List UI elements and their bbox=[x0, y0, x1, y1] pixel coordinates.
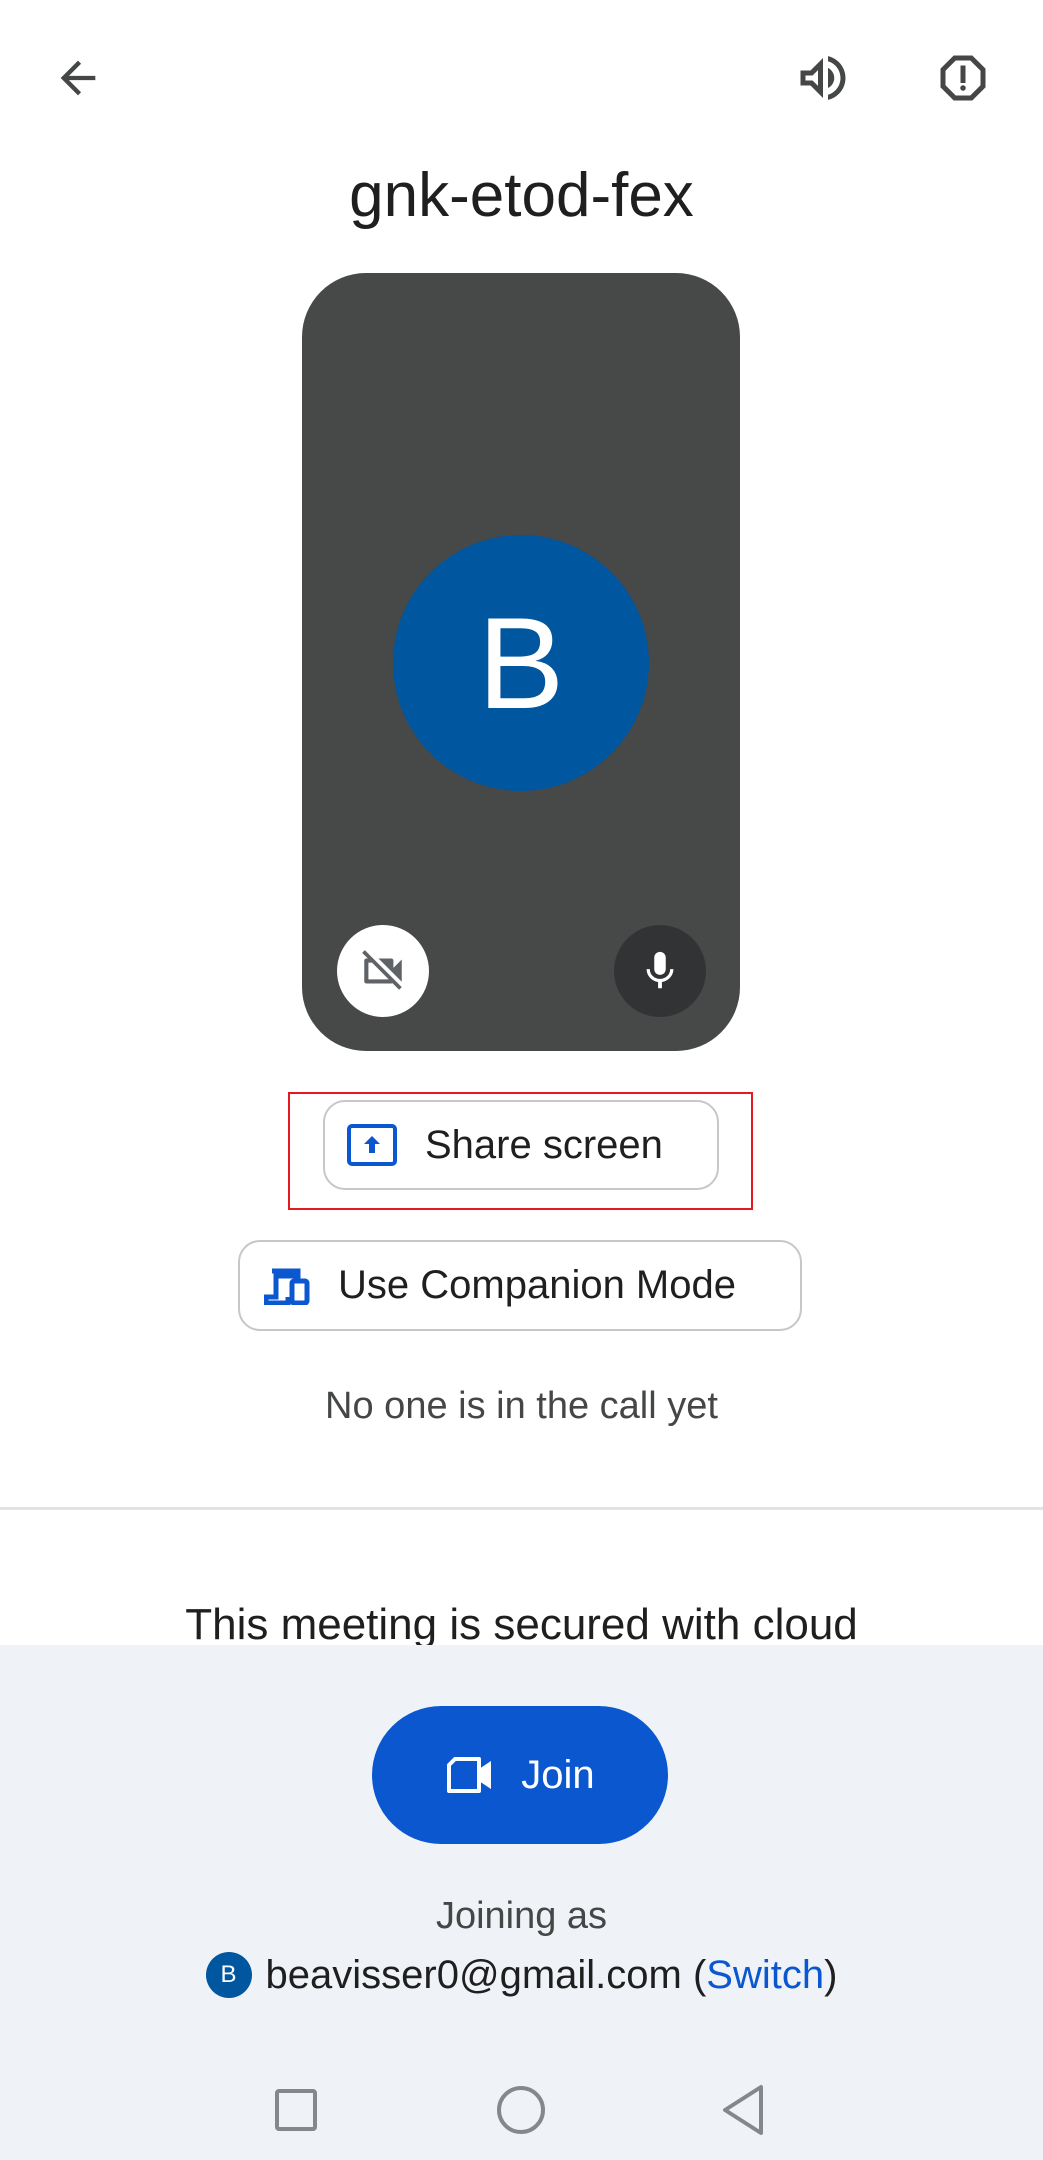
circle-icon bbox=[497, 2086, 545, 2134]
account-avatar: B bbox=[205, 1952, 252, 1998]
call-status-text: No one is in the call yet bbox=[325, 1385, 718, 1427]
nav-recents-button[interactable] bbox=[266, 2080, 326, 2140]
back-button[interactable] bbox=[33, 33, 123, 123]
companion-mode-button[interactable]: Use Companion Mode bbox=[238, 1240, 802, 1331]
share-screen-button[interactable]: Share screen bbox=[323, 1100, 719, 1190]
account-row: B beavisser0@gmail.com ( Switch ) bbox=[0, 1952, 1043, 1998]
companion-mode-label: Use Companion Mode bbox=[338, 1263, 736, 1307]
avatar: B bbox=[393, 535, 649, 791]
join-button[interactable]: Join bbox=[372, 1706, 668, 1844]
devices-icon bbox=[264, 1267, 310, 1305]
camera-toggle-button[interactable] bbox=[337, 925, 429, 1017]
speaker-button[interactable] bbox=[778, 33, 868, 123]
mic-icon bbox=[646, 951, 674, 989]
security-info-text: This meeting is secured with cloud bbox=[185, 1600, 858, 1649]
square-icon bbox=[275, 2089, 317, 2131]
videocam-icon bbox=[447, 1757, 492, 1793]
meeting-code-title: gnk-etod-fex bbox=[349, 161, 694, 230]
switch-account-link[interactable]: Switch bbox=[706, 1953, 824, 1998]
triangle-back-icon bbox=[723, 2085, 763, 2135]
share-screen-label: Share screen bbox=[425, 1122, 663, 1167]
join-label: Join bbox=[521, 1752, 595, 1797]
nav-back-button[interactable] bbox=[714, 2080, 774, 2140]
report-octagon-icon bbox=[940, 55, 986, 101]
nav-home-button[interactable] bbox=[491, 2080, 551, 2140]
paren-open: ( bbox=[681, 1952, 707, 1997]
paren-close: ) bbox=[824, 1952, 838, 1997]
arrow-left-icon bbox=[60, 60, 96, 96]
report-button[interactable] bbox=[918, 33, 1008, 123]
volume-up-icon bbox=[800, 56, 846, 100]
present-to-all-icon bbox=[347, 1124, 397, 1166]
divider bbox=[0, 1507, 1043, 1510]
mic-toggle-button[interactable] bbox=[614, 925, 706, 1017]
videocam-off-icon bbox=[362, 950, 402, 990]
account-email: beavisser0@gmail.com bbox=[265, 1952, 682, 1997]
joining-as-label: Joining as bbox=[435, 1895, 608, 1937]
